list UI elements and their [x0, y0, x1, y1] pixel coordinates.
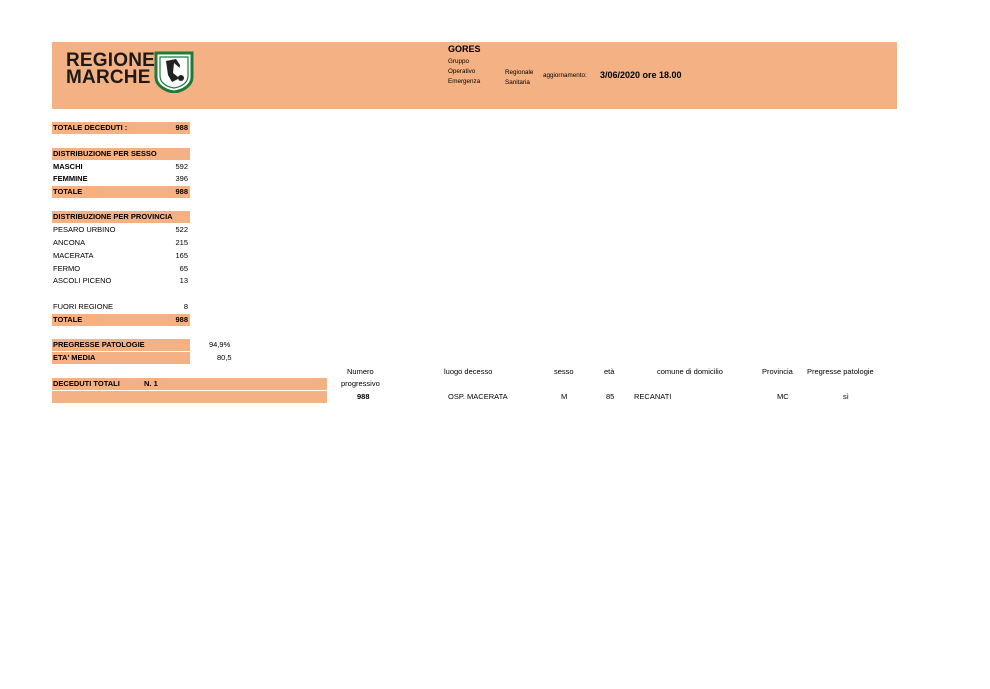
deceduti-totali-label: DECEDUTI TOTALI — [53, 379, 120, 388]
eta-media-value: 80,5 — [217, 353, 232, 362]
col-header-provincia: Provincia — [762, 367, 793, 376]
table-row: MASCHI 592 — [52, 161, 190, 173]
provincia-title: DISTRIBUZIONE PER PROVINCIA — [53, 212, 173, 221]
sesso-section-title: DISTRIBUZIONE PER SESSO — [52, 148, 190, 160]
logo-line2: MARCHE — [66, 67, 151, 88]
col-header-eta: età — [604, 367, 615, 376]
col-header-patologie: Pregresse patologie — [807, 367, 874, 376]
row-label: FEMMINE — [53, 174, 88, 183]
regione-marche-logo: REGIONE MARCHE — [66, 51, 155, 88]
deceduti-totali-band-lower — [52, 391, 327, 403]
sesso-total-row: TOTALE 988 — [52, 186, 190, 198]
provincia-section-title: DISTRIBUZIONE PER PROVINCIA — [52, 211, 190, 223]
region-emblem-icon — [154, 51, 194, 93]
col-header-numero: Numero — [347, 367, 374, 376]
col-header-sesso: sesso — [554, 367, 574, 376]
row-label: ETA' MEDIA — [53, 353, 96, 362]
row-label: ANCONA — [53, 238, 86, 247]
cell-patologie: sì — [843, 392, 849, 401]
totale-deceduti-label: TOTALE DECEDUTI : — [53, 123, 128, 132]
row-value: 988 — [175, 315, 188, 324]
cell-eta: 85 — [606, 392, 615, 401]
patologie-value: 94,9% — [209, 340, 231, 349]
header-sub-line: Gruppo — [448, 58, 470, 65]
cell-sesso: M — [561, 392, 568, 401]
row-value: 215 — [175, 238, 188, 247]
row-label: FUORI REGIONE — [53, 302, 114, 311]
col-header-comune: comune di domicilio — [657, 367, 723, 376]
row-value: 165 — [175, 251, 188, 260]
table-row: FERMO 65 — [52, 263, 190, 275]
row-value: 522 — [175, 225, 188, 234]
cell-comune: RECANATI — [634, 392, 672, 401]
row-value: 8 — [183, 302, 188, 311]
row-value: 396 — [175, 174, 188, 183]
row-label: FERMO — [53, 264, 81, 273]
cell-numero: 988 — [357, 392, 370, 401]
header-sub-line: Operativo — [448, 68, 476, 75]
row-label: MACERATA — [53, 251, 94, 260]
eta-media-row: ETA' MEDIA — [52, 352, 190, 364]
table-row: FEMMINE 396 — [52, 173, 190, 185]
deceduti-totali-count: N. 1 — [144, 379, 158, 388]
header-regional: Regionale Sanitaria — [505, 68, 533, 88]
table-row: MACERATA 165 — [52, 250, 190, 262]
table-row: ASCOLI PICENO 13 — [52, 275, 190, 287]
update-value: 3/06/2020 ore 18.00 — [600, 70, 682, 80]
row-value: 988 — [175, 187, 188, 196]
cell-luogo: OSP. MACERATA — [448, 392, 508, 401]
row-value: 13 — [179, 276, 188, 285]
col-header-progressivo: progressivo — [341, 379, 380, 388]
col-header-luogo: luogo decesso — [444, 367, 493, 376]
fuori-regione-row: FUORI REGIONE 8 — [52, 301, 190, 313]
totale-deceduti-row: TOTALE DECEDUTI : 988 — [52, 122, 190, 134]
table-row: ANCONA 215 — [52, 237, 190, 249]
header-sub-line: Emergenza — [448, 78, 481, 85]
row-label: TOTALE — [53, 187, 83, 196]
header-reg-line: Sanitaria — [505, 79, 530, 86]
row-label: TOTALE — [53, 315, 83, 324]
provincia-total-row: TOTALE 988 — [52, 314, 190, 326]
row-label: PREGRESSE PATOLOGIE — [53, 340, 145, 349]
header-title: GORES — [448, 44, 481, 54]
totale-deceduti-value: 988 — [175, 123, 188, 132]
row-value: 592 — [175, 162, 188, 171]
table-row: PESARO URBINO 522 — [52, 224, 190, 236]
header-subtitle: Gruppo Operativo Emergenza — [448, 57, 480, 87]
update-label: aggiornamento: — [543, 72, 587, 79]
row-value: 65 — [179, 264, 188, 273]
cell-provincia: MC — [777, 392, 789, 401]
sesso-title: DISTRIBUZIONE PER SESSO — [53, 149, 157, 158]
patologie-row: PREGRESSE PATOLOGIE — [52, 339, 190, 351]
row-label: MASCHI — [53, 162, 83, 171]
header-reg-line: Regionale — [505, 69, 534, 76]
row-label: ASCOLI PICENO — [53, 276, 112, 285]
row-label: PESARO URBINO — [53, 225, 116, 234]
